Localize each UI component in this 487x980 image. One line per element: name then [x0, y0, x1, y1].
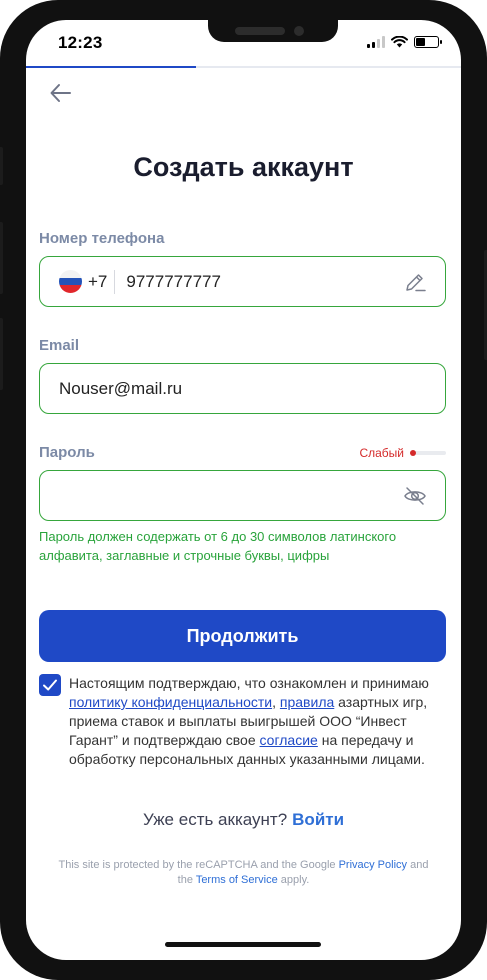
cellular-signal-icon	[367, 36, 385, 48]
volume-up-button	[0, 222, 3, 294]
status-time: 12:23	[58, 33, 103, 52]
notch	[208, 20, 338, 42]
checkmark-icon	[43, 679, 57, 691]
page-title: Создать аккаунт	[133, 152, 354, 182]
password-label: Пароль	[39, 444, 95, 461]
password-strength: Слабый	[359, 446, 446, 460]
login-question: Уже есть аккаунт?	[142, 810, 288, 829]
wifi-icon	[391, 36, 408, 48]
front-camera	[294, 26, 304, 36]
password-strength-bar	[410, 450, 446, 456]
signup-progress-fill	[26, 66, 196, 68]
password-field[interactable]	[39, 470, 446, 521]
login-prompt: Уже есть аккаунт? Войти	[26, 810, 461, 830]
recaptcha-text: This site is protected by the reCAPTCHA …	[58, 859, 339, 871]
volume-down-button	[0, 318, 3, 390]
screen: 12:23 Создать аккаунт Номер телефона +7 …	[26, 20, 461, 960]
speaker	[235, 27, 285, 35]
pencil-icon	[406, 274, 426, 292]
status-icons	[367, 36, 442, 48]
phone-value: 9777777777	[126, 271, 221, 291]
phone-label: Номер телефона	[39, 230, 165, 247]
arrow-left-icon	[50, 84, 71, 102]
consent-link[interactable]: согласие	[260, 732, 318, 748]
edit-phone-button[interactable]	[403, 270, 427, 294]
home-indicator[interactable]	[165, 942, 321, 947]
email-value: Nouser@mail.ru	[59, 378, 183, 398]
consent-text-part: Настоящим подтверждаю, что ознакомлен и …	[69, 675, 429, 691]
password-strength-text: Слабый	[359, 446, 404, 460]
recaptcha-notice: This site is protected by the reCAPTCHA …	[56, 858, 431, 888]
battery-icon	[414, 36, 442, 48]
consent-text: Настоящим подтверждаю, что ознакомлен и …	[69, 674, 449, 769]
rules-link[interactable]: правила	[280, 694, 334, 710]
continue-button[interactable]: Продолжить	[39, 610, 446, 662]
google-privacy-policy-link[interactable]: Privacy Policy	[339, 859, 407, 871]
signup-progress-bar	[26, 66, 461, 68]
recaptcha-text: apply.	[277, 874, 310, 886]
back-button[interactable]	[48, 80, 74, 106]
eye-off-icon	[404, 487, 426, 505]
email-label: Email	[39, 337, 80, 354]
consent-checkbox[interactable]	[39, 674, 61, 696]
privacy-policy-link[interactable]: политику конфиденциальности	[69, 694, 272, 710]
google-terms-link[interactable]: Terms of Service	[196, 874, 278, 886]
toggle-password-visibility-button[interactable]	[403, 484, 427, 508]
country-code-divider	[114, 269, 116, 294]
country-code: +7	[88, 271, 108, 291]
email-field[interactable]: Nouser@mail.ru	[39, 363, 446, 414]
consent-text-part: ,	[272, 694, 280, 710]
phone-frame: 12:23 Создать аккаунт Номер телефона +7 …	[0, 0, 487, 980]
login-link[interactable]: Войти	[292, 810, 344, 829]
password-hint: Пароль должен содержать от 6 до 30 симво…	[39, 529, 397, 563]
phone-field[interactable]: +7 9777777777	[39, 256, 446, 307]
mute-switch	[0, 147, 3, 185]
russia-flag-icon	[59, 270, 82, 293]
